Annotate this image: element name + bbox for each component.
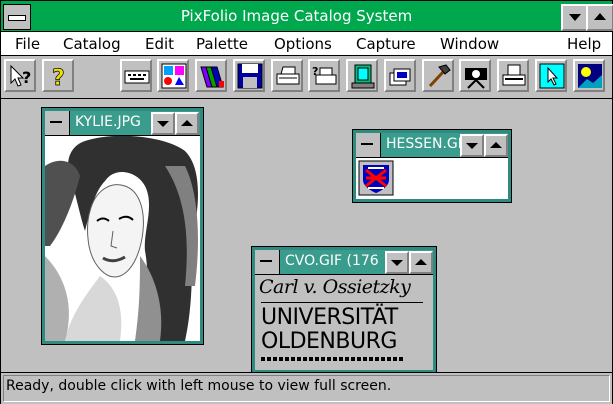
select-pointer-button[interactable]	[535, 59, 567, 92]
print-button[interactable]	[271, 59, 303, 92]
menu-window[interactable]: Window	[440, 35, 499, 53]
slideshow-button[interactable]	[346, 59, 378, 92]
catalog-cards-icon	[389, 68, 411, 86]
hessen-minimize-button[interactable]	[460, 134, 484, 157]
night-sky-button[interactable]	[573, 59, 605, 92]
cvo-title: CVO.GIF (176	[285, 253, 379, 269]
maximize-icon	[490, 142, 502, 148]
help-question-icon: ?	[52, 66, 65, 90]
minimize-button[interactable]	[561, 4, 589, 31]
palette-icon	[161, 63, 187, 89]
hessen-system-button[interactable]	[356, 133, 381, 157]
maximize-icon	[181, 120, 193, 126]
pointer-arrow-icon	[539, 63, 565, 89]
help-cursor-button[interactable]: ?	[4, 59, 36, 92]
menu-file[interactable]: File	[15, 35, 40, 53]
keyboard-button[interactable]	[120, 59, 152, 92]
signature-underline	[261, 302, 423, 303]
cvo-line2: OLDENBURG	[261, 329, 397, 354]
decorative-band	[261, 357, 403, 361]
help-cursor-icon: ?	[10, 64, 31, 87]
menu-palette[interactable]: Palette	[196, 35, 248, 53]
svg-text:?: ?	[52, 66, 65, 90]
title-bar[interactable]: PixFolio Image Catalog System	[1, 1, 613, 32]
app-window: PixFolio Image Catalog System File Catal…	[0, 0, 613, 404]
svg-text:?: ?	[312, 65, 318, 78]
menu-edit[interactable]: Edit	[145, 35, 174, 53]
minimize-icon	[466, 143, 478, 149]
cvo-maximize-button[interactable]	[409, 251, 433, 274]
print-query-button[interactable]: ?	[308, 59, 340, 92]
menu-bar: File Catalog Edit Palette Options Captur…	[1, 32, 612, 56]
kylie-title: KYLIE.JPG	[75, 114, 141, 130]
status-text: Ready, double click with left mouse to v…	[6, 378, 392, 394]
hammer-icon	[428, 64, 451, 88]
kylie-window[interactable]: KYLIE.JPG	[42, 108, 203, 344]
cvo-title-bar[interactable]: CVO.GIF (176	[255, 250, 433, 275]
catalog-cards-button[interactable]	[384, 59, 416, 92]
cvo-minimize-button[interactable]	[385, 251, 409, 274]
portrait-image	[45, 136, 200, 341]
night-sky-icon	[578, 64, 602, 88]
slideshow-icon	[351, 64, 375, 89]
save-button[interactable]	[233, 59, 265, 92]
printer-icon	[276, 66, 300, 85]
hessen-image[interactable]	[356, 158, 508, 199]
palette-button[interactable]	[157, 59, 189, 92]
help-button[interactable]: ?	[42, 59, 74, 92]
system-menu-button[interactable]	[3, 4, 31, 30]
cvo-line1: UNIVERSITÄT	[261, 305, 398, 330]
menu-catalog[interactable]: Catalog	[63, 35, 121, 53]
cvo-image[interactable]: Carl v. Ossietzky UNIVERSITÄT OLDENBURG	[255, 275, 433, 370]
hessen-title-bar[interactable]: HESSEN.GIF	[356, 133, 508, 158]
hessen-window[interactable]: HESSEN.GIF	[353, 130, 511, 202]
hammer-button[interactable]	[422, 59, 454, 92]
hessen-title: HESSEN.GIF	[386, 136, 470, 152]
printer-query-icon: ?	[312, 65, 337, 85]
app-title: PixFolio Image Catalog System	[180, 7, 413, 25]
cvo-system-button[interactable]	[255, 250, 280, 274]
kylie-title-bar[interactable]: KYLIE.JPG	[45, 111, 200, 136]
maximize-icon	[415, 259, 427, 265]
svg-text:?: ?	[22, 68, 31, 87]
maximize-button[interactable]	[586, 4, 613, 31]
camera-icon	[465, 68, 487, 89]
floppy-disk-icon	[237, 63, 263, 89]
status-bar: Ready, double click with left mouse to v…	[1, 372, 612, 404]
kylie-system-button[interactable]	[45, 111, 70, 135]
menu-capture[interactable]: Capture	[356, 35, 416, 53]
kylie-minimize-button[interactable]	[151, 112, 175, 135]
cvo-window[interactable]: CVO.GIF (176 Carl v. Ossietzky UNIVERSIT…	[252, 247, 436, 373]
books-button[interactable]	[195, 59, 227, 92]
cvo-signature: Carl v. Ossietzky	[259, 276, 411, 298]
scanner-icon	[502, 64, 526, 86]
keyboard-icon	[124, 70, 150, 84]
hessen-maximize-button[interactable]	[484, 134, 508, 157]
minimize-icon	[569, 14, 581, 21]
maximize-icon	[594, 13, 606, 20]
toolbar: ? ? ?	[1, 56, 612, 99]
minimize-icon	[391, 260, 403, 266]
minimize-icon	[157, 121, 169, 127]
scanner-button[interactable]	[497, 59, 529, 92]
books-icon	[200, 66, 224, 88]
menu-options[interactable]: Options	[274, 35, 332, 53]
kylie-image[interactable]	[45, 136, 200, 341]
camera-button[interactable]	[459, 59, 491, 92]
menu-help[interactable]: Help	[567, 35, 601, 53]
kylie-maximize-button[interactable]	[175, 112, 199, 135]
workspace: KYLIE.JPG HESSEN.GIF CVO.GIF (176 Carl v…	[1, 99, 612, 373]
hessen-coat-of-arms-image	[358, 160, 394, 196]
